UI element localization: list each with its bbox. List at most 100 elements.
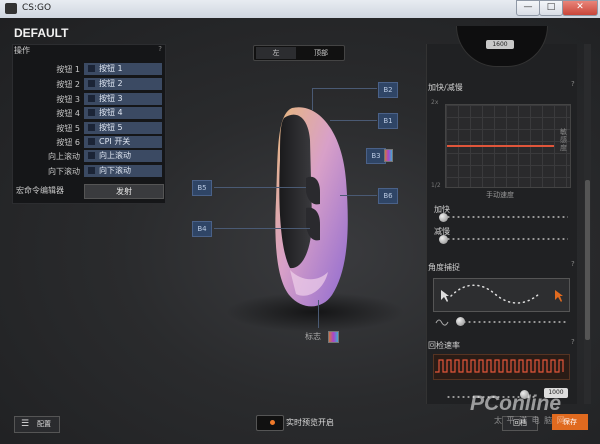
assignment-icon	[88, 95, 95, 102]
assignment-icon	[88, 124, 95, 131]
button-row[interactable]: 按钮 3 按钮 3	[16, 93, 162, 106]
accel-help-icon[interactable]: ?	[571, 80, 575, 88]
angle-slider-track	[462, 320, 568, 324]
macro-fire-button[interactable]: 发射	[84, 184, 164, 199]
graph-y-bottom: 1/2	[431, 182, 441, 189]
assignment-icon	[88, 80, 95, 87]
close-button[interactable]: ✕	[562, 0, 598, 16]
help-icon[interactable]: ?	[158, 45, 162, 53]
button-name: 按钮 1	[56, 65, 80, 74]
graph-xlabel: 手动速度	[486, 191, 514, 199]
accel-title: 加快/减慢	[428, 83, 463, 92]
accel-slider-track	[446, 215, 568, 219]
button-name: 按钮 4	[56, 109, 80, 118]
maximize-button[interactable]: □	[539, 0, 563, 16]
polling-title: 回检速率	[428, 341, 460, 350]
live-preview-label: 实时预览开启	[286, 418, 334, 427]
config-button[interactable]: ☰ 配置	[14, 416, 60, 433]
minimize-button[interactable]: —	[516, 0, 540, 16]
accel-slider-knob[interactable]	[439, 213, 448, 222]
logo-color-swatch[interactable]	[328, 331, 339, 343]
button-row[interactable]: 按钮 2 按钮 2	[16, 78, 162, 91]
button-row[interactable]: 按钮 5 按钮 5	[16, 122, 162, 135]
macro-editor-label: 宏命令编辑器	[16, 186, 64, 195]
angle-snap-curve	[441, 284, 563, 304]
profile-title: DEFAULT	[14, 26, 69, 40]
button-assignment[interactable]: 向上滚动	[84, 150, 162, 162]
macro-row: 宏命令编辑器 发射	[16, 184, 164, 199]
polling-wave	[435, 359, 564, 373]
logo-label[interactable]: 标志	[305, 331, 321, 342]
button-name: 按钮 3	[56, 95, 80, 104]
badge-b1[interactable]: B1	[378, 113, 398, 129]
operations-header: 操作 ?	[14, 45, 164, 59]
graph-right-label: 敏感度	[560, 128, 567, 152]
button-row[interactable]: 按钮 1 按钮 1	[16, 63, 162, 76]
leader-line-b6	[340, 195, 377, 196]
list-icon: ☰	[21, 419, 30, 429]
assignment-label: 按钮 2	[99, 79, 123, 88]
button-assignment[interactable]: 按钮 5	[84, 122, 162, 134]
badge-b5[interactable]: B5	[192, 180, 212, 196]
badge-b2[interactable]: B2	[378, 82, 398, 98]
button-name: 向上滚动	[48, 152, 80, 161]
badge-b4[interactable]: B4	[192, 221, 212, 237]
settings-scroll-thumb[interactable]	[585, 180, 590, 340]
button-assignment[interactable]: CPI 开关	[84, 136, 162, 148]
badge-b6[interactable]: B6	[378, 188, 398, 204]
decel-slider-track	[446, 237, 568, 241]
button-name: 向下滚动	[48, 167, 80, 176]
button-assignment[interactable]: 按钮 2	[84, 78, 162, 90]
button-row[interactable]: 按钮 4 按钮 4	[16, 107, 162, 120]
view-tabs: 左 顶部	[253, 45, 345, 61]
button-row[interactable]: 向上滚动 向上滚动	[16, 150, 162, 163]
window-title: CS:GO	[22, 3, 52, 13]
config-label: 配置	[37, 420, 51, 428]
decel-slider-knob[interactable]	[439, 235, 448, 244]
button-assignment[interactable]: 按钮 1	[84, 63, 162, 75]
tab-left[interactable]: 左	[256, 47, 296, 59]
assignment-icon	[88, 167, 95, 174]
leader-line-b4	[214, 228, 310, 229]
angle-slider-knob[interactable]	[456, 317, 465, 326]
assignment-icon	[88, 138, 95, 145]
button-name: 按钮 6	[56, 138, 80, 147]
button-name: 按钮 2	[56, 80, 80, 89]
button-assignment[interactable]: 按钮 4	[84, 107, 162, 119]
assignment-label: 按钮 1	[99, 64, 123, 73]
leader-line-b1	[330, 120, 377, 121]
accel-curve	[447, 145, 554, 147]
button-assignment[interactable]: 向下滚动	[84, 165, 162, 177]
polling-help-icon[interactable]: ?	[571, 338, 575, 346]
leader-line-b2	[312, 88, 377, 89]
assignment-icon	[88, 109, 95, 116]
assignment-label: 按钮 5	[99, 123, 123, 132]
app-icon	[5, 3, 17, 14]
graph-y-top: 2x	[431, 99, 439, 106]
angle-snap-title: 角度捕捉	[428, 263, 460, 272]
assignment-label: 向上滚动	[99, 151, 131, 160]
live-preview-indicator	[270, 420, 275, 425]
button-row[interactable]: 向下滚动 向下滚动	[16, 165, 162, 178]
mouse-image	[275, 107, 348, 307]
watermark-logo: PConline	[470, 392, 562, 415]
wave-icon	[435, 319, 449, 326]
leader-line-b2-v	[312, 88, 313, 110]
assignment-label: 按钮 4	[99, 108, 123, 117]
button-assignment[interactable]: 按钮 3	[84, 93, 162, 105]
cpi-value[interactable]: 1600	[486, 40, 514, 49]
b3-color-swatch[interactable]	[384, 149, 393, 162]
window-titlebar[interactable]	[0, 0, 600, 18]
assignment-label: 向下滚动	[99, 166, 131, 175]
leader-line-b5	[214, 187, 306, 188]
angle-help-icon[interactable]: ?	[571, 260, 575, 268]
tab-top[interactable]: 顶部	[300, 47, 342, 59]
leader-line-logo	[318, 300, 319, 328]
watermark-subtitle: 太 平 洋 电 脑 网	[494, 416, 566, 425]
badge-b3[interactable]: B3	[366, 148, 386, 164]
assignment-label: CPI 开关	[99, 137, 131, 146]
operations-title: 操作	[14, 46, 30, 55]
button-row[interactable]: 按钮 6 CPI 开关	[16, 136, 162, 149]
button-name: 按钮 5	[56, 124, 80, 133]
assignment-label: 按钮 3	[99, 94, 123, 103]
